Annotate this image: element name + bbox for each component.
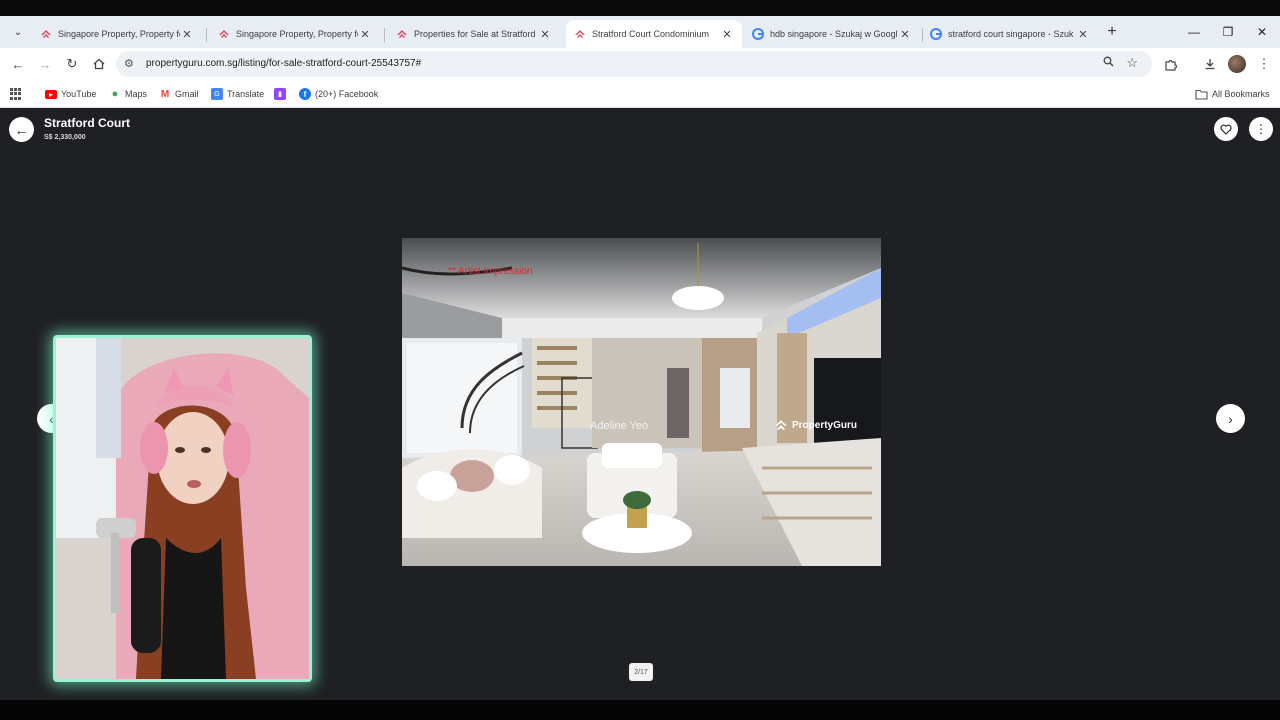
maps-pin-icon: ●: [111, 88, 119, 100]
all-bookmarks-label: All Bookmarks: [1212, 89, 1270, 99]
top-letterbox: [0, 0, 1280, 16]
living-room-photo: [402, 238, 881, 566]
close-icon[interactable]: ✕: [898, 28, 912, 41]
gallery-back-button[interactable]: ←: [9, 117, 34, 142]
chevron-right-icon: ›: [1228, 410, 1233, 427]
download-icon[interactable]: [1200, 54, 1220, 74]
brand-label: PropertyGuru: [792, 419, 858, 431]
bookmark-star-icon[interactable]: ☆: [1126, 55, 1138, 71]
listing-gallery-page: ← Stratford Court S$ 2,330,000 ⋮ ** Arti…: [0, 108, 1280, 700]
tab-strip: ⌄ Singapore Property, Property for ✕ Sin…: [0, 16, 1280, 48]
streamer-webcam-overlay: [53, 335, 312, 682]
youtube-icon: ▸: [45, 89, 57, 99]
bookmark-label: Translate: [227, 89, 265, 99]
close-icon[interactable]: ✕: [358, 28, 372, 41]
url-text[interactable]: propertyguru.com.sg/listing/for-sale-str…: [146, 58, 421, 69]
bookmark-maps[interactable]: ● Maps: [109, 86, 147, 102]
close-icon[interactable]: ✕: [538, 28, 552, 41]
next-photo-button[interactable]: ›: [1216, 404, 1245, 433]
forward-button[interactable]: →: [35, 54, 55, 74]
propertyguru-favicon-icon: [397, 30, 407, 38]
close-icon[interactable]: ✕: [720, 28, 734, 41]
restore-button[interactable]: ❐: [1218, 22, 1238, 42]
tab-title: Properties for Sale at Stratford: [414, 29, 536, 39]
kebab-menu-icon[interactable]: ⋮: [1254, 54, 1274, 74]
gallery-photo[interactable]: ** Artist Impression Adeline Yeo Propert…: [402, 238, 881, 566]
translate-icon: G: [211, 88, 223, 100]
apps-grid-icon[interactable]: [10, 88, 22, 100]
arrow-left-icon: ←: [11, 56, 25, 72]
propertyguru-favicon-icon: [219, 30, 229, 38]
tab-2[interactable]: Singapore Property, Property for ✕: [210, 20, 380, 48]
tab-1[interactable]: Singapore Property, Property for ✕: [32, 20, 202, 48]
favorite-button[interactable]: [1214, 117, 1238, 141]
twitch-icon: ▮: [274, 88, 286, 100]
bookmark-facebook[interactable]: f (20+) Facebook: [299, 86, 378, 102]
tab-title: Singapore Property, Property for: [236, 29, 358, 39]
bookmark-label: Gmail: [175, 89, 199, 99]
propertyguru-favicon-icon: [41, 30, 51, 38]
google-favicon-icon: [930, 28, 942, 40]
bookmark-gmail[interactable]: M Gmail: [159, 86, 199, 102]
window-close-button[interactable]: ✕: [1252, 22, 1272, 42]
screen: ⌄ Singapore Property, Property for ✕ Sin…: [0, 0, 1280, 720]
agent-watermark: Adeline Yeo: [590, 420, 649, 432]
tab-divider: [206, 28, 207, 42]
bookmark-translate[interactable]: G Translate: [211, 86, 264, 102]
reload-icon: ↻: [66, 56, 78, 71]
arrow-left-icon: ←: [14, 121, 29, 138]
bookmark-youtube[interactable]: ▸ YouTube: [45, 86, 96, 102]
extensions-icon[interactable]: [1160, 54, 1180, 74]
tab-divider: [384, 28, 385, 42]
reload-button[interactable]: ↻: [62, 54, 82, 74]
gmail-icon: M: [160, 88, 170, 100]
google-favicon-icon: [752, 28, 764, 40]
minimize-button[interactable]: —: [1184, 22, 1204, 42]
propertyguru-logo-icon: [775, 420, 787, 431]
tab-title: Singapore Property, Property for: [58, 29, 180, 39]
propertyguru-watermark: PropertyGuru: [774, 418, 857, 432]
address-bar[interactable]: ⚙ propertyguru.com.sg/listing/for-sale-s…: [116, 51, 1152, 77]
bookmarks-bar: ▸ YouTube ● Maps M Gmail G Translate ▮ f…: [0, 80, 1280, 108]
tab-title: Stratford Court Condominium: [592, 29, 710, 39]
bookmark-label: YouTube: [61, 89, 97, 99]
bottom-letterbox: [0, 700, 1280, 720]
artist-impression-caption: ** Artist Impression: [448, 266, 533, 277]
all-bookmarks-button[interactable]: All Bookmarks: [1195, 86, 1270, 102]
close-icon[interactable]: ✕: [1076, 28, 1090, 41]
facebook-icon: f: [299, 88, 311, 100]
heart-icon: [1220, 124, 1232, 135]
home-button[interactable]: [89, 54, 109, 74]
kebab-menu-icon: ⋮: [1255, 122, 1267, 136]
zoom-icon[interactable]: [1103, 56, 1114, 70]
tab-search-button[interactable]: ⌄: [8, 22, 28, 42]
browser-toolbar: ← → ↻ ⚙ propertyguru.com.sg/listing/for-…: [0, 48, 1280, 80]
bookmark-twitch[interactable]: ▮: [274, 86, 290, 102]
arrow-right-icon: →: [38, 56, 52, 72]
more-options-button[interactable]: ⋮: [1249, 117, 1273, 141]
bookmark-label: Maps: [125, 89, 148, 99]
close-icon[interactable]: ✕: [180, 28, 194, 41]
tab-4-active[interactable]: Stratford Court Condominium ✕: [566, 20, 742, 48]
propertyguru-favicon-icon: [575, 30, 585, 38]
streamer-camera-feed: [56, 338, 309, 679]
tab-6[interactable]: stratford court singapore - Szuk ✕: [922, 20, 1098, 48]
tab-title: hdb singapore - Szukaj w Googl: [770, 29, 898, 39]
tab-3[interactable]: Properties for Sale at Stratford ✕: [388, 20, 560, 48]
photo-counter: 2/17: [629, 663, 653, 681]
site-info-icon[interactable]: ⚙: [124, 57, 134, 70]
back-button[interactable]: ←: [8, 54, 28, 74]
bookmark-label: (20+) Facebook: [315, 89, 379, 99]
chevron-down-icon: ⌄: [13, 26, 23, 38]
tab-5[interactable]: hdb singapore - Szukaj w Googl ✕: [744, 20, 920, 48]
listing-title: Stratford Court: [44, 116, 130, 130]
folder-icon: [1195, 89, 1208, 100]
new-tab-button[interactable]: +: [1102, 22, 1122, 42]
tab-title: stratford court singapore - Szuk: [948, 29, 1074, 39]
listing-price: S$ 2,330,000: [44, 134, 86, 141]
home-icon: [93, 58, 105, 70]
profile-avatar[interactable]: [1228, 55, 1246, 73]
